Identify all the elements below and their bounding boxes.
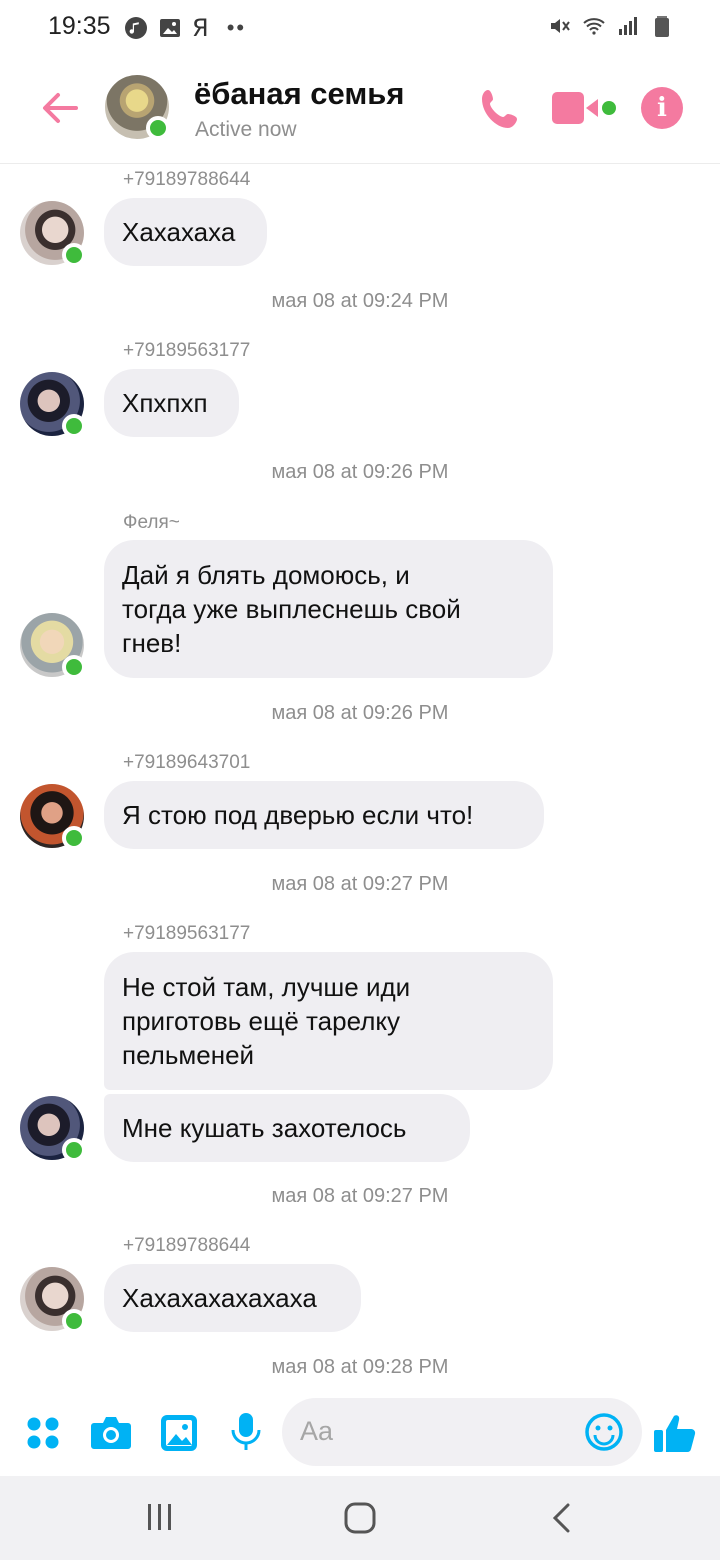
message-sender: +79189643701 — [123, 752, 251, 773]
message-timestamp: мая 08 at 09:27 PM — [271, 1185, 449, 1207]
message-bubble[interactable]: Я стою под дверью если что! — [104, 781, 544, 849]
message-timestamp: мая 08 at 09:26 PM — [271, 702, 449, 724]
phone-icon[interactable] — [478, 86, 524, 132]
recent-apps-icon[interactable] — [146, 1502, 174, 1532]
online-indicator — [62, 826, 86, 850]
message-line: тогда уже выплеснешь свой — [122, 594, 461, 624]
message-timestamp: мая 08 at 09:28 PM — [271, 1356, 449, 1378]
message-line: Не стой там, лучше иди — [122, 972, 411, 1002]
message-sender: +79189563177 — [123, 340, 251, 361]
more-notifications-dots: •• — [226, 15, 247, 40]
message-timestamp: мая 08 at 09:27 PM — [271, 873, 449, 895]
online-indicator — [62, 243, 86, 267]
camera-icon[interactable] — [90, 1414, 132, 1452]
battery-icon — [655, 16, 669, 37]
signal-icon — [619, 17, 637, 35]
app-notification-letter: Я — [192, 14, 209, 42]
info-icon[interactable]: i — [641, 87, 683, 129]
message-bubble[interactable]: Мне кушать захотелось — [104, 1094, 470, 1162]
message-input[interactable]: Aa — [282, 1398, 642, 1466]
menu-dots-icon[interactable] — [26, 1416, 60, 1450]
online-indicator — [146, 116, 170, 140]
online-indicator — [62, 414, 86, 438]
status-bar: 19:35 Я •• — [0, 0, 720, 56]
message-line: гнев! — [122, 628, 182, 658]
system-navbar — [0, 1476, 720, 1560]
thumbs-up-icon[interactable] — [652, 1410, 698, 1456]
online-indicator — [62, 1309, 86, 1333]
message-bubble[interactable]: Хахахаха — [104, 198, 267, 266]
chat-title[interactable]: ёбаная семья — [194, 76, 404, 112]
gallery-icon[interactable] — [160, 1414, 198, 1452]
chat-header: ёбаная семья Active now i — [0, 56, 720, 164]
status-time: 19:35 — [48, 12, 111, 40]
message-bubble[interactable]: Не стой там, лучше иди приготовь ещё тар… — [104, 952, 553, 1090]
message-composer: Aa — [0, 1396, 720, 1476]
emoji-icon[interactable] — [584, 1412, 624, 1452]
message-timestamp: мая 08 at 09:24 PM — [271, 290, 449, 312]
home-icon[interactable] — [344, 1502, 376, 1534]
message-line: приготовь ещё тарелку — [122, 1006, 401, 1036]
status-icons-left: Я •• — [124, 14, 246, 42]
music-notification-icon — [125, 17, 147, 39]
mute-icon — [551, 19, 570, 33]
status-icons-right — [548, 14, 674, 38]
message-sender: +79189788644 — [123, 1235, 251, 1256]
message-timestamp: мая 08 at 09:26 PM — [271, 461, 449, 483]
message-line: пельменей — [122, 1040, 255, 1070]
message-bubble[interactable]: Дай я блять домоюсь, и тогда уже выплесн… — [104, 540, 553, 678]
back-arrow-icon[interactable] — [38, 86, 82, 130]
online-indicator — [62, 1138, 86, 1162]
back-icon[interactable] — [550, 1502, 574, 1534]
message-list[interactable]: +79189788644 Хахахаха мая 08 at 09:24 PM… — [0, 164, 720, 1396]
message-input-placeholder: Aa — [300, 1416, 334, 1446]
video-camera-icon[interactable] — [552, 90, 618, 126]
wifi-icon — [583, 18, 605, 35]
online-indicator — [62, 655, 86, 679]
gallery-notification-icon — [160, 19, 180, 37]
message-bubble[interactable]: Хпхпхп — [104, 369, 239, 437]
message-sender: +79189788644 — [123, 169, 251, 190]
chat-status: Active now — [195, 118, 297, 141]
message-bubble[interactable]: Хахахахахахаха — [104, 1264, 361, 1332]
message-sender: Феля~ — [123, 512, 180, 533]
message-sender: +79189563177 — [123, 923, 251, 944]
microphone-icon[interactable] — [230, 1412, 262, 1452]
message-line: Дай я блять домоюсь, и — [122, 560, 410, 590]
